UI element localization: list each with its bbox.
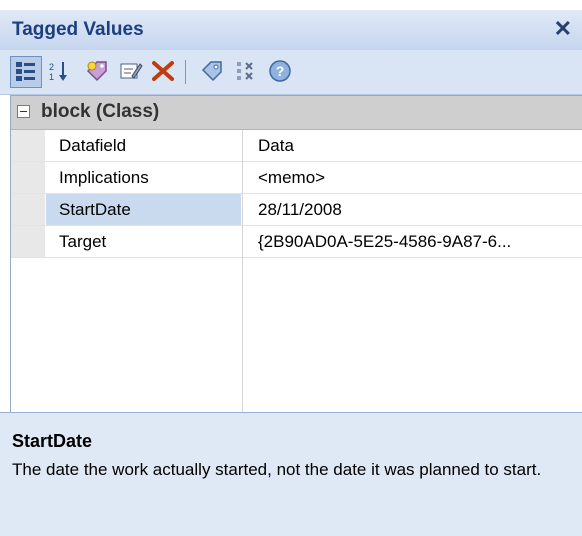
new-tag-icon[interactable] (82, 56, 112, 86)
row-gutter (11, 130, 45, 161)
row-gutter (11, 162, 45, 193)
tag-icon[interactable] (197, 56, 227, 86)
delete-icon[interactable] (148, 56, 178, 86)
property-key: Datafield (59, 136, 127, 155)
svg-text:2: 2 (49, 62, 54, 72)
help-icon[interactable]: ? (265, 56, 295, 86)
close-icon[interactable]: ✕ (554, 16, 572, 42)
categorized-view-icon[interactable] (10, 56, 42, 88)
edit-tag-icon[interactable] (116, 56, 146, 86)
description-title: StartDate (12, 431, 93, 451)
panel-titlebar: Tagged Values ✕ (0, 10, 582, 50)
property-value[interactable]: 28/11/2008 (243, 194, 582, 225)
property-key: Target (59, 232, 107, 251)
group-label: block (Class) (41, 101, 160, 122)
table-row[interactable]: Target {2B90AD0A-5E25-4586-9A87-6... (11, 226, 582, 258)
property-grid: block (Class) Datafield Data Implication… (10, 95, 582, 412)
row-gutter (11, 194, 45, 225)
property-value[interactable]: {2B90AD0A-5E25-4586-9A87-6... (243, 226, 582, 257)
description-pane: StartDate The date the work actually sta… (0, 412, 582, 536)
toolbar-separator (185, 60, 186, 84)
property-value[interactable]: Data (243, 130, 582, 161)
group-header[interactable]: block (Class) (11, 96, 582, 130)
table-row-selected[interactable]: StartDate 28/11/2008 (11, 194, 582, 226)
column-divider[interactable] (242, 130, 243, 412)
property-key: Implications (59, 168, 149, 187)
table-row[interactable]: Implications <memo> (11, 162, 582, 194)
svg-text:1: 1 (49, 72, 54, 82)
row-gutter (11, 226, 45, 257)
property-key: StartDate (46, 194, 241, 225)
show-duplicates-icon[interactable] (231, 56, 261, 86)
svg-text:?: ? (276, 63, 285, 79)
collapse-icon[interactable] (17, 105, 30, 118)
panel-title: Tagged Values (12, 19, 144, 40)
table-row[interactable]: Datafield Data (11, 130, 582, 162)
sort-alphabetical-icon[interactable]: 2 1 (44, 56, 74, 86)
description-text: The date the work actually started, not … (12, 460, 542, 479)
property-value[interactable]: <memo> (243, 162, 582, 193)
property-rows: Datafield Data Implications <memo> Start… (11, 130, 582, 258)
tagged-values-panel: Tagged Values ✕ 2 1 ? block (Class) Data… (0, 0, 582, 536)
toolbar: 2 1 ? (0, 50, 582, 95)
